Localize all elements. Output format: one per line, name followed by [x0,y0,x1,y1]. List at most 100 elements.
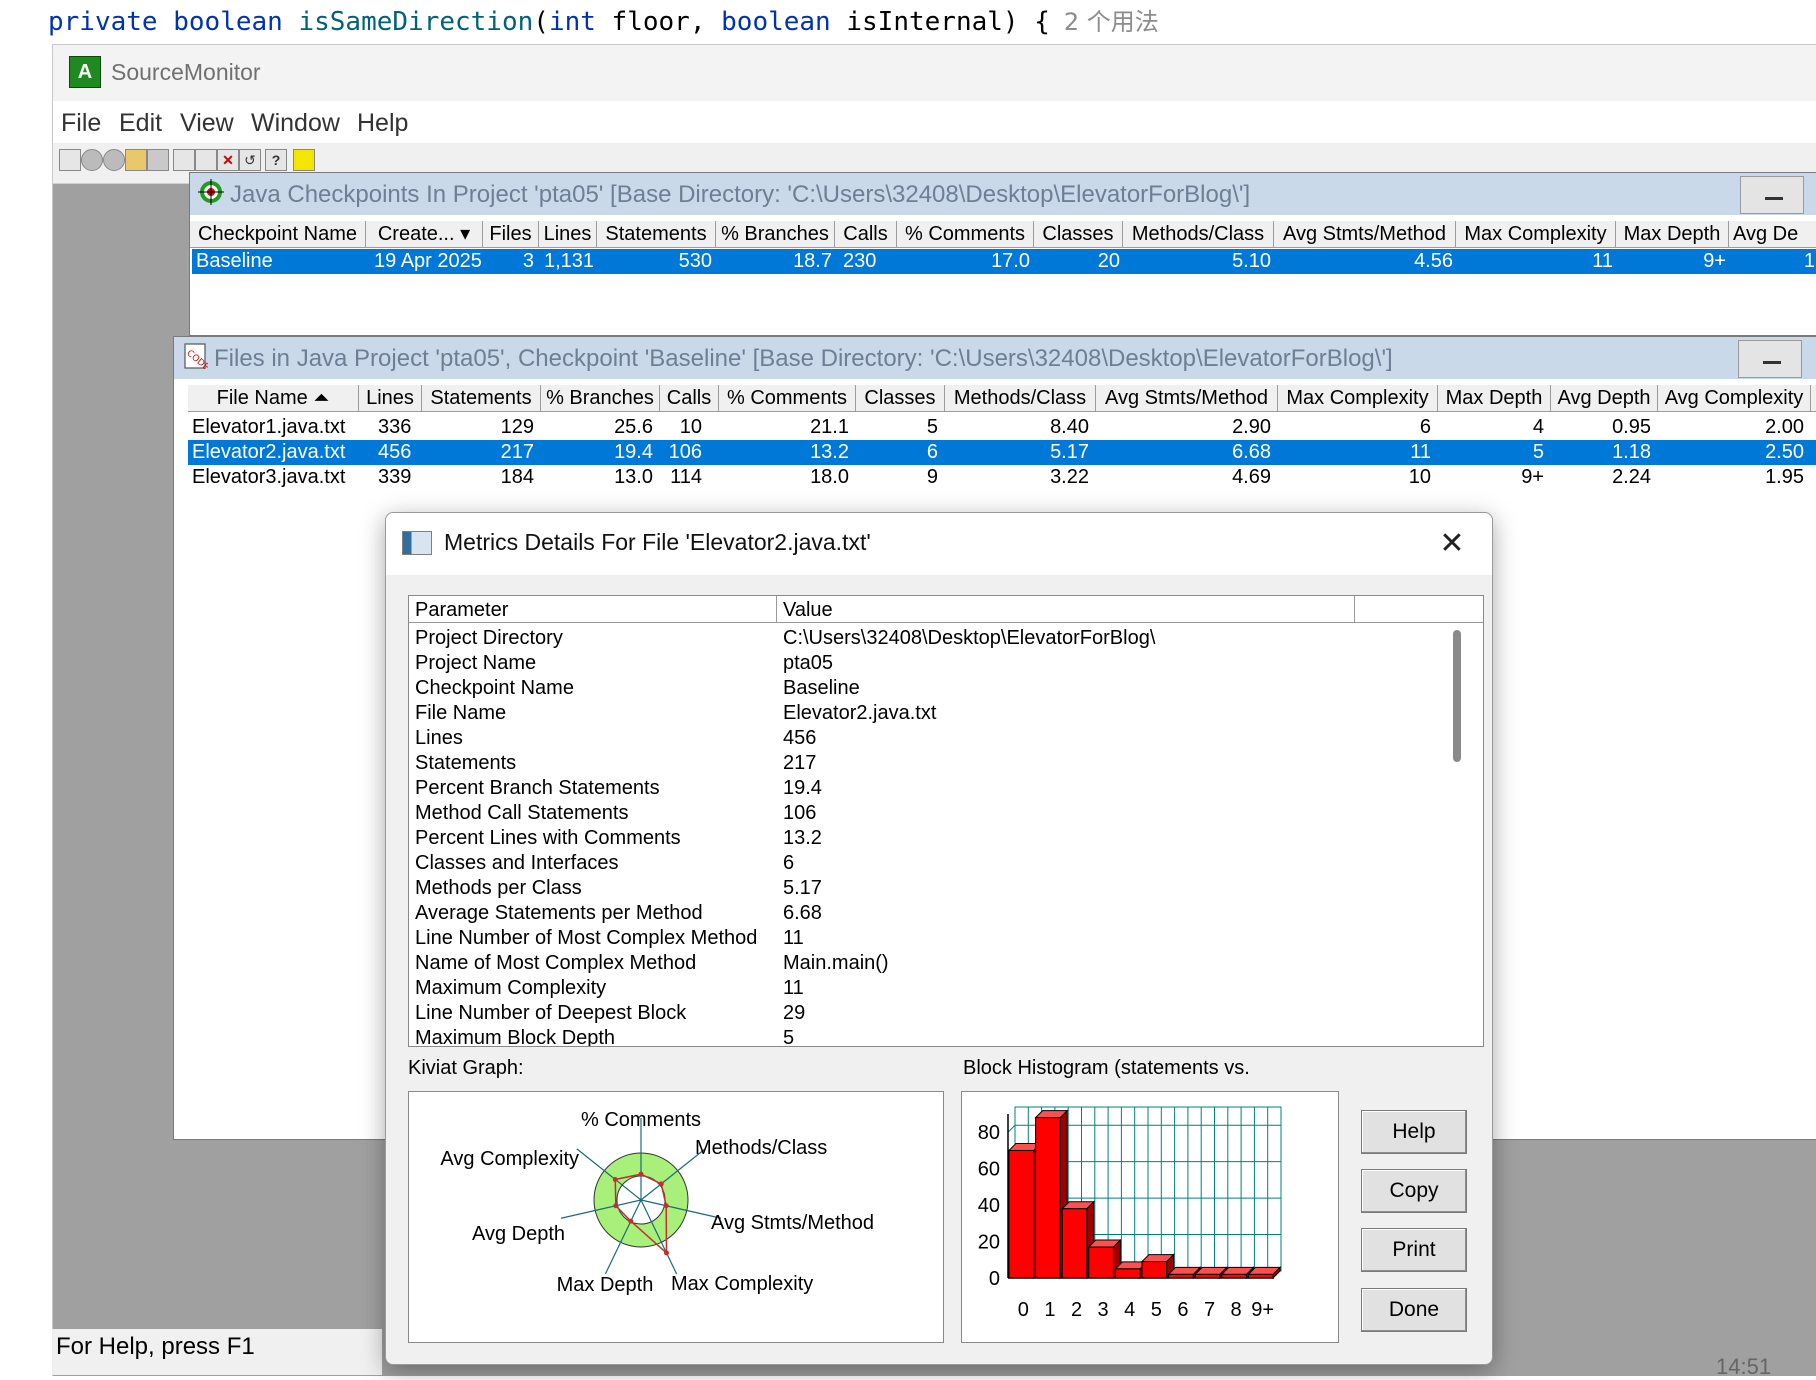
table-row[interactable]: Elevator2.java.txt 456 217 19.4 106 13.2… [188,440,1816,465]
column-header[interactable]: % Branches [716,221,835,247]
column-header[interactable]: Max Depth [1438,385,1551,411]
parameter-value: 29 [783,1002,806,1024]
parameter-row[interactable]: Lines 456 [409,726,1449,751]
menu-edit[interactable]: Edit [119,109,162,138]
parameter-row[interactable]: Statements 217 [409,751,1449,776]
parameter-row[interactable]: Classes and Interfaces 6 [409,851,1449,876]
value-column-header[interactable]: Value [777,596,1355,622]
parameter-value: 6.68 [783,902,822,924]
parameter-list[interactable]: Parameter Value Project Directory C:\User… [408,595,1484,1047]
parameter-column-header[interactable]: Parameter [409,596,777,622]
parameter-row[interactable]: Methods per Class 5.17 [409,876,1449,901]
parameter-row[interactable]: Average Statements per Method 6.68 [409,901,1449,926]
print-icon[interactable] [173,149,195,171]
dialog-titlebar[interactable]: Metrics Details For File 'Elevator2.java… [386,513,1492,575]
parameter-row[interactable]: Name of Most Complex Method Main.main() [409,951,1449,976]
save-icon[interactable] [147,149,169,171]
delete-icon[interactable]: ✕ [217,149,239,171]
column-header[interactable]: Max Depth [1616,221,1729,247]
column-header[interactable]: Lines [539,221,597,247]
parameter-row[interactable]: Project Name pta05 [409,651,1449,676]
table-row[interactable]: Baseline 19 Apr 2025 3 1,131 530 18.7 23… [192,249,1816,274]
copy-button[interactable]: Copy [1361,1169,1467,1213]
menu-window[interactable]: Window [251,109,340,138]
menu-view[interactable]: View [180,109,234,138]
histogram-y-tick-label: 0 [989,1268,1000,1290]
close-icon[interactable]: ✕ [1430,525,1474,563]
column-header[interactable]: Max Complexity [1278,385,1438,411]
parameter-row[interactable]: Checkpoint Name Baseline [409,676,1449,701]
code-text: ( [533,7,549,37]
column-header[interactable]: Calls [660,385,719,411]
parameter-row[interactable]: File Name Elevator2.java.txt [409,701,1449,726]
kiviat-point [663,1203,669,1209]
table-cell: 2.00 [1765,416,1804,438]
column-header[interactable]: Classes [1034,221,1123,247]
menu-file[interactable]: File [61,109,101,138]
table-row[interactable]: Elevator1.java.txt 336 129 25.6 10 21.1 … [188,415,1816,440]
parameter-name: Lines [415,727,463,749]
column-header[interactable]: Create... ▾ [366,221,483,247]
column-header[interactable]: Checkpoint Name [190,221,366,247]
print-button[interactable]: Print [1361,1228,1467,1272]
column-header[interactable]: Methods/Class [1123,221,1274,247]
parameter-row[interactable]: Maximum Complexity 11 [409,976,1449,1001]
parameter-row[interactable]: Percent Branch Statements 19.4 [409,776,1449,801]
column-header[interactable]: Files [483,221,539,247]
parameter-value: Baseline [783,677,860,699]
print-preview-icon[interactable] [195,149,217,171]
minimize-button[interactable] [1740,176,1804,214]
parameter-row[interactable]: Percent Lines with Comments 13.2 [409,826,1449,851]
parameter-name: Line Number of Deepest Block [415,1002,687,1024]
column-header[interactable]: Avg Stmts/Method [1096,385,1278,411]
column-header[interactable]: Calls [835,221,897,247]
usage-hint[interactable]: 2 个用法 [1064,8,1159,36]
parameter-row[interactable]: Line Number of Deepest Block 29 [409,1001,1449,1026]
table-cell: 11 [1592,250,1613,272]
column-header[interactable]: Methods/Class [945,385,1096,411]
code-file-icon: CODE [184,343,208,369]
column-header[interactable]: % Branches [541,385,660,411]
open-folder-icon[interactable] [125,149,147,171]
column-header[interactable]: Avg Complexity [1658,385,1811,411]
column-header[interactable]: File Name ⏶ [188,385,359,411]
scrollbar-thumb[interactable] [1453,630,1461,762]
table-cell: 19.4 [614,441,653,463]
files-titlebar[interactable]: CODE Files in Java Project 'pta05', Chec… [174,337,1816,379]
column-header[interactable]: Avg Stmts/Method [1274,221,1456,247]
column-header[interactable]: Statements [422,385,541,411]
column-header[interactable]: Max Complexity [1456,221,1616,247]
gear-icon[interactable] [81,149,103,171]
help-button[interactable]: Help [1361,1110,1467,1154]
table-cell: 339 [378,466,412,488]
table-cell: 1.18 [1612,441,1651,463]
bookmark-icon[interactable] [293,149,315,171]
menu-help[interactable]: Help [357,109,408,138]
refresh-icon[interactable]: ↺ [239,149,261,171]
checkpoints-titlebar[interactable]: Java Checkpoints In Project 'pta05' [Bas… [190,173,1816,215]
table-cell: 11 [1410,441,1431,463]
column-header[interactable]: Statements [597,221,716,247]
table-cell: 6 [926,441,938,463]
column-header[interactable]: % Comments [897,221,1034,247]
parameter-row[interactable]: Maximum Block Depth 5 [409,1026,1449,1046]
parameter-row[interactable]: Method Call Statements 106 [409,801,1449,826]
column-header[interactable]: Classes [856,385,945,411]
app-titlebar[interactable]: A SourceMonitor [53,45,1816,101]
table-cell: 530 [678,250,712,272]
minimize-button[interactable] [1738,340,1802,378]
table-row[interactable]: Elevator3.java.txt 339 184 13.0 114 18.0… [188,465,1816,490]
done-button[interactable]: Done [1361,1288,1467,1332]
new-file-icon[interactable] [59,149,81,171]
column-header[interactable]: % Comments [719,385,856,411]
checkpoints-window: Java Checkpoints In Project 'pta05' [Bas… [189,172,1816,336]
gear-icon[interactable] [103,149,125,171]
parameter-row[interactable]: Project Directory C:\Users\32408\Desktop\… [409,626,1449,651]
column-header[interactable]: Avg De [1729,221,1816,247]
column-header[interactable]: Avg Depth [1551,385,1658,411]
table-cell: 25.6 [614,416,653,438]
parameter-row[interactable]: Line Number of Most Complex Method 11 [409,926,1449,951]
column-header[interactable]: Lines [359,385,422,411]
parameter-name: Line Number of Most Complex Method [415,927,758,949]
context-help-icon[interactable]: ? [265,149,287,171]
